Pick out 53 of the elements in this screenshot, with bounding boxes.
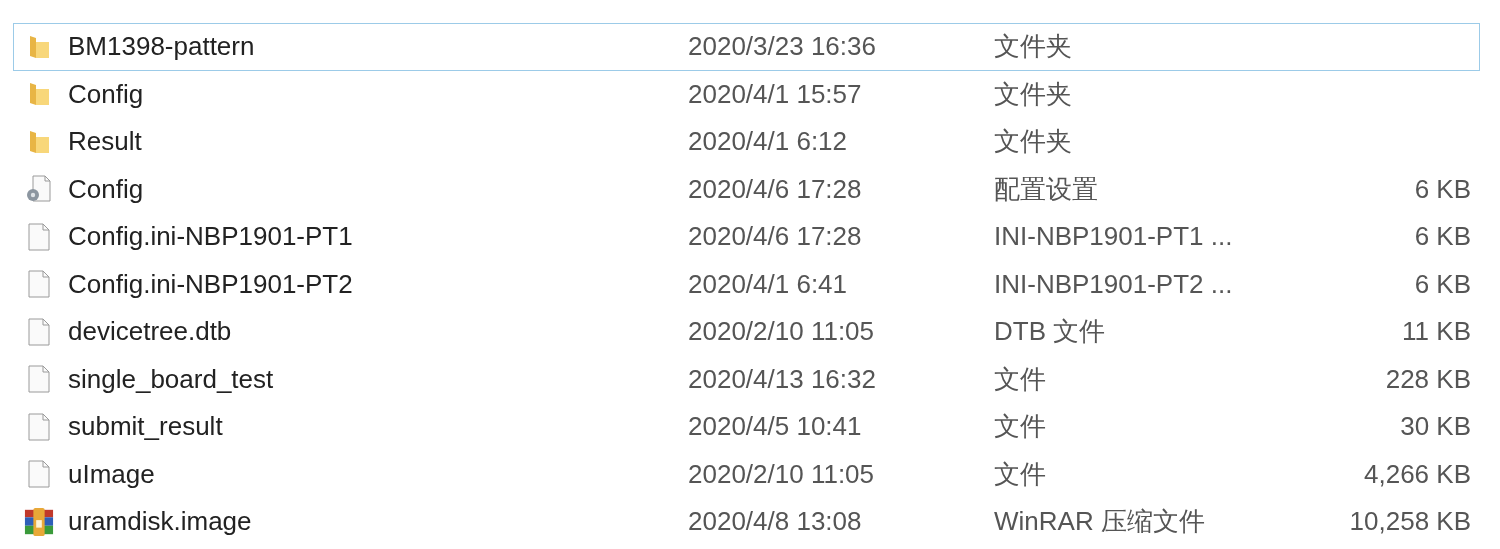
- file-name: Config.ini-NBP1901-PT2: [68, 268, 354, 300]
- file-name: Config: [68, 78, 145, 110]
- folder-icon: [27, 33, 51, 60]
- file-name: Result: [68, 126, 143, 158]
- file-name: BM1398-pattern: [68, 31, 256, 63]
- file-name: uramdisk.image: [68, 506, 253, 538]
- file-icon: [28, 460, 50, 489]
- file-icon: [28, 222, 50, 251]
- modified-date: 2020/4/1 6:41: [688, 268, 849, 300]
- file-size: 228 KB: [1384, 363, 1471, 395]
- file-name: single_board_test: [68, 363, 275, 395]
- file-icon: [28, 270, 50, 299]
- modified-date: 2020/2/10 11:05: [688, 316, 876, 348]
- file-type: 文件夹: [994, 77, 1073, 111]
- folder-icon: [27, 81, 51, 108]
- file-row[interactable]: BM1398-pattern 2020/3/23 16:36 文件夹: [13, 23, 1480, 71]
- archive-icon: [24, 505, 54, 538]
- file-size: 30 KB: [1399, 411, 1471, 443]
- file-type: DTB 文件: [994, 315, 1107, 349]
- file-icon: [28, 412, 50, 441]
- file-type: 文件夹: [994, 125, 1073, 159]
- file-name: Config: [68, 173, 145, 205]
- modified-date: 2020/4/6 17:28: [688, 173, 863, 205]
- modified-date: 2020/4/8 13:08: [688, 506, 863, 538]
- file-size: 11 KB: [1401, 316, 1471, 348]
- modified-date: 2020/4/13 16:32: [688, 363, 877, 395]
- modified-date: 2020/2/10 11:05: [688, 458, 876, 490]
- file-name: uImage: [68, 458, 156, 490]
- file-size: 10,258 KB: [1348, 506, 1471, 538]
- modified-date: 2020/4/5 10:41: [688, 411, 863, 443]
- modified-date: 2020/4/1 6:12: [688, 126, 849, 158]
- file-icon: [28, 365, 50, 394]
- file-type: INI-NBP1901-PT2 ...: [994, 268, 1234, 300]
- settings-file-icon: [24, 174, 54, 205]
- modified-date: 2020/4/6 17:28: [688, 221, 863, 253]
- file-type: 文件夹: [994, 30, 1073, 64]
- file-size: 6 KB: [1413, 268, 1471, 300]
- modified-date: 2020/3/23 16:36: [688, 31, 877, 63]
- folder-icon: [27, 128, 51, 155]
- file-type: 文件: [994, 362, 1047, 396]
- file-size: 6 KB: [1413, 221, 1471, 253]
- file-name: devicetree.dtb: [68, 316, 233, 348]
- file-type: 文件: [994, 410, 1047, 444]
- file-name: submit_result: [68, 411, 224, 443]
- file-name: Config.ini-NBP1901-PT1: [68, 221, 354, 253]
- file-type: 配置设置: [994, 172, 1099, 206]
- file-icon: [28, 317, 50, 346]
- modified-date: 2020/4/1 15:57: [688, 78, 863, 110]
- file-size: 6 KB: [1413, 173, 1471, 205]
- file-size: 4,266 KB: [1363, 458, 1471, 490]
- file-type: 文件: [994, 457, 1047, 491]
- file-type: INI-NBP1901-PT1 ...: [994, 221, 1234, 253]
- file-type: WinRAR 压缩文件: [994, 505, 1206, 539]
